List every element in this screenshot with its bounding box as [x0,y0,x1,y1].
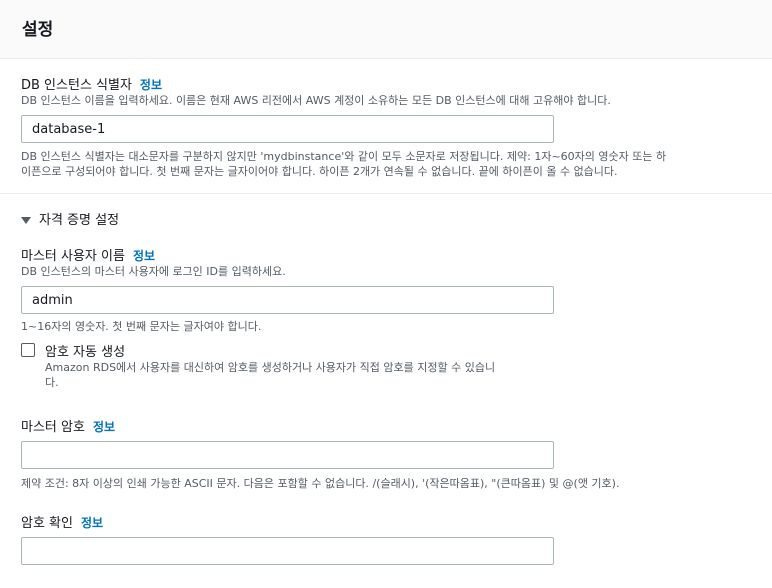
caret-down-icon [21,217,31,224]
db-identifier-hint-line2: 이픈으로 구성되어야 합니다. 첫 번째 문자는 글자이어야 합니다. 하이픈 … [21,164,618,178]
auto-generate-password-description: Amazon RDS에서 사용자를 대신하여 암호를 생성하거나 사용자가 직접… [45,361,565,390]
db-identifier-hint-line1: DB 인스턴스 식별자는 대소문자를 구분하지 않지만 'mydbinstanc… [21,150,667,163]
master-username-info-link[interactable]: 정보 [133,249,155,263]
master-username-hint: 1~16자의 영숫자. 첫 번째 문자는 글자여야 합니다. [21,320,262,333]
db-identifier-label-row: DB 인스턴스 식별자 정보 [21,74,162,93]
credentials-settings-label: 자격 증명 설정 [39,213,120,228]
section-title: 설정 [22,20,54,40]
master-username-label-row: 마스터 사용자 이름 정보 [21,245,155,264]
confirm-password-info-link[interactable]: 정보 [81,516,103,530]
section-divider [0,193,772,194]
auto-generate-description-line1: Amazon RDS에서 사용자를 대신하여 암호를 생성하거나 사용자가 직접… [45,361,496,374]
master-password-info-link[interactable]: 정보 [93,420,115,434]
db-identifier-description: DB 인스턴스 이름을 입력하세요. 이름은 현재 AWS 리전에서 AWS 계… [21,94,611,107]
credentials-settings-toggle[interactable]: 자격 증명 설정 [21,209,119,228]
master-password-label: 마스터 암호 [21,420,85,435]
db-identifier-input[interactable] [21,115,554,143]
confirm-password-label-row: 암호 확인 정보 [21,512,103,531]
auto-generate-password-label: 암호 자동 생성 [45,345,126,360]
master-password-hint: 제약 조건: 8자 이상의 인쇄 가능한 ASCII 문자. 다음은 포함할 수… [21,477,620,490]
db-identifier-label: DB 인스턴스 식별자 [21,78,132,93]
master-username-input[interactable] [21,286,554,314]
master-password-input[interactable] [21,441,554,469]
master-password-label-row: 마스터 암호 정보 [21,416,115,435]
auto-generate-description-line2: 다. [45,375,59,389]
master-username-description: DB 인스턴스의 마스터 사용자에 로그인 ID를 입력하세요. [21,265,286,278]
master-username-label: 마스터 사용자 이름 [21,249,125,264]
confirm-password-label: 암호 확인 [21,516,73,531]
db-identifier-hint: DB 인스턴스 식별자는 대소문자를 구분하지 않지만 'mydbinstanc… [21,150,751,179]
settings-header: 설정 [0,0,772,59]
db-identifier-info-link[interactable]: 정보 [140,78,162,92]
confirm-password-input[interactable] [21,537,554,565]
auto-generate-password-checkbox[interactable] [21,343,35,357]
